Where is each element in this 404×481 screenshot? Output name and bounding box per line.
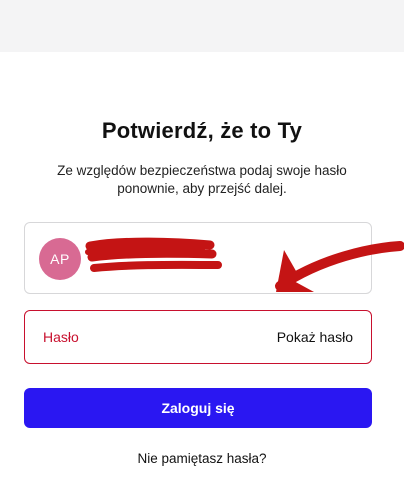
page-title: Potwierdź, że to Ty — [101, 118, 303, 143]
password-input[interactable] — [95, 323, 269, 353]
account-name: A... P... — [95, 241, 140, 257]
account-card: AP A... P... ... — [24, 222, 372, 294]
account-email: ... — [95, 261, 105, 273]
avatar: AP — [39, 238, 81, 280]
password-label: Hasło — [43, 329, 79, 345]
page-subtitle: Ze względów bezpieczeństwa podaj swoje h… — [57, 163, 347, 196]
password-field[interactable]: Hasło Pokaż hasło — [24, 310, 372, 364]
show-password-toggle[interactable]: Pokaż hasło — [277, 329, 353, 345]
forgot-password-link[interactable]: Nie pamiętasz hasła? — [0, 451, 404, 466]
login-button[interactable]: Zaloguj się — [24, 388, 372, 428]
top-band — [0, 0, 404, 52]
